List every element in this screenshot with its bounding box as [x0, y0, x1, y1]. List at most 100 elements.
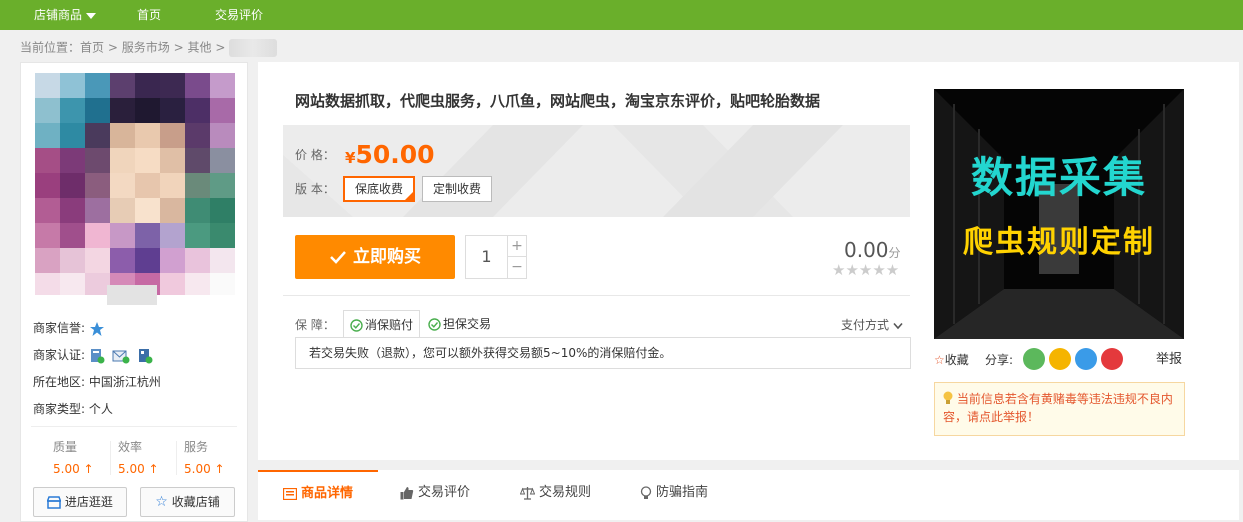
seller-avatar[interactable] [35, 73, 235, 295]
favorite-label: 收藏 [944, 353, 969, 367]
breadcrumb-link-other[interactable]: 其他 [187, 41, 211, 55]
stat-service-label: 服务 [184, 440, 209, 454]
visit-shop-button[interactable]: 进店逛逛 [33, 487, 127, 517]
ad-subheadline: 爬虫规则定制 [963, 225, 1155, 260]
guarantee-tab-compensation[interactable]: 消保赔付 [343, 310, 421, 338]
breadcrumb-sep: > [173, 40, 184, 55]
tab-reviews[interactable]: 交易评价 [400, 470, 470, 516]
diamond-icon [89, 321, 104, 336]
pay-method-label: 支付方式 [841, 318, 890, 332]
share-label: 分享: [985, 353, 1014, 367]
rating-stars: ★★★★★ [832, 261, 900, 279]
nav-home[interactable]: 首页 [137, 0, 161, 30]
selected-check-icon [403, 190, 416, 202]
nav-shop-products[interactable]: 店铺商品 [34, 0, 97, 30]
star-outline-icon: ☆ [934, 353, 945, 367]
buy-now-button[interactable]: 立即购买 [295, 235, 455, 279]
server-room-background [934, 89, 1184, 339]
stat-service-value: 5.00 ↑ [184, 462, 225, 476]
favorite-shop-label: 收藏店铺 [171, 495, 220, 509]
chevron-down-icon [893, 322, 903, 329]
seller-type-row: 商家类型: 个人 [33, 401, 113, 417]
qzone-share-icon[interactable] [1049, 348, 1071, 370]
price-number: 50.00 [355, 140, 435, 169]
report-warning-box[interactable]: 当前信息若含有黄赌毒等违法违规不良内容，请点此举报！ [934, 382, 1185, 436]
pixelated-avatar-image [35, 73, 235, 295]
qq-share-icon[interactable] [1075, 348, 1097, 370]
top-nav-bar: 店铺商品 首页 交易评价 [0, 0, 1243, 30]
tab-anti-fraud[interactable]: 防骗指南 [640, 470, 708, 516]
product-image[interactable]: 数据采集 爬虫规则定制 [934, 89, 1184, 339]
caret-down-icon [86, 12, 97, 19]
breadcrumb-prefix: 当前位置： [20, 40, 81, 55]
version-option-custom-label: 定制收费 [433, 182, 482, 196]
breadcrumb-link-home[interactable]: 首页 [80, 41, 104, 55]
report-warning-text: 当前信息若含有黄赌毒等违法违规不良内容，请点此举报！ [943, 392, 1173, 424]
price-box-decoration [283, 125, 843, 217]
price-label: 价 格： [295, 148, 335, 162]
email-verified-icon[interactable] [112, 348, 130, 364]
tab-rules[interactable]: 交易规则 [520, 470, 591, 516]
seller-auth-label: 商家认证: [33, 348, 86, 362]
check-circle-icon [428, 318, 441, 331]
scale-icon [520, 486, 535, 500]
wechat-share-icon[interactable] [1023, 348, 1045, 370]
star-outline-icon: ☆ [155, 494, 168, 510]
nav-reviews[interactable]: 交易评价 [215, 0, 263, 30]
breadcrumb-sep: > [107, 40, 118, 55]
checkmark-icon [330, 251, 346, 264]
quantity-input[interactable]: 1 [466, 236, 508, 278]
guarantee-tab-compensation-label: 消保赔付 [365, 318, 414, 332]
shop-name-blurred[interactable] [107, 285, 157, 305]
seller-region-label: 所在地区: [33, 375, 86, 389]
rating-score-unit: 分 [888, 246, 901, 260]
breadcrumb-sep: > [215, 40, 226, 55]
stat-divider [110, 441, 111, 475]
visit-shop-label: 进店逛逛 [64, 495, 113, 509]
version-option-custom[interactable]: 定制收费 [422, 176, 493, 202]
product-title: 网站数据抓取，代爬虫服务，八爪鱼，网站爬虫，淘宝京东评价，贴吧轮胎数据 [295, 92, 821, 110]
tab-product-detail-label: 商品详情 [300, 486, 353, 501]
price-box: 价 格： ¥50.00 版 本： 保底收费 定制收费 [283, 125, 910, 217]
detail-tabs: 商品详情 交易评价 交易规则 防骗指南 [258, 470, 1239, 520]
image-icon [282, 487, 297, 500]
report-button[interactable]: 举报 [1156, 352, 1182, 368]
guarantee-tab-escrow-label: 担保交易 [443, 317, 492, 331]
seller-stats: 质量 5.00 ↑ 效率 5.00 ↑ 服务 5.00 ↑ [31, 426, 237, 481]
favorite-button[interactable]: ☆收藏 [934, 352, 969, 368]
favorite-shop-button[interactable]: ☆ 收藏店铺 [140, 487, 235, 517]
version-option-basic-label: 保底收费 [355, 182, 404, 196]
phone-verified-icon[interactable] [137, 348, 153, 364]
ad-headline: 数据采集 [970, 153, 1147, 202]
tab-product-detail[interactable]: 商品详情 [258, 470, 378, 516]
version-option-basic[interactable]: 保底收费 [343, 176, 416, 202]
id-card-verified-icon[interactable] [89, 348, 105, 364]
tab-reviews-label: 交易评价 [418, 485, 471, 500]
seller-region-value: 中国浙江杭州 [88, 375, 161, 389]
breadcrumb: 当前位置：首页 > 服务市场 > 其他 > [20, 39, 278, 57]
lightbulb-icon [943, 391, 953, 404]
weibo-share-icon[interactable] [1101, 348, 1123, 370]
section-divider [283, 295, 910, 296]
pay-method-dropdown[interactable]: 支付方式 [841, 317, 903, 333]
price-value: ¥50.00 [345, 140, 435, 169]
quantity-minus-button[interactable]: − [508, 257, 526, 278]
check-circle-icon [350, 319, 363, 332]
tab-anti-fraud-label: 防骗指南 [656, 485, 709, 500]
rating-score: 0.00分 [844, 238, 901, 262]
quantity-plus-button[interactable]: + [508, 236, 526, 257]
product-panel: 网站数据抓取，代爬虫服务，八爪鱼，网站爬虫，淘宝京东评价，贴吧轮胎数据 价 格：… [258, 62, 1239, 460]
currency-symbol: ¥ [345, 149, 356, 167]
nav-shop-products-label: 店铺商品 [34, 8, 83, 22]
seller-panel: 商家信誉: 商家认证: 所在地区: 中国浙江杭州 商家类型: 个人 质量 5.0… [20, 62, 248, 522]
guarantee-description: 若交易失败（退款），您可以额外获得交易额5~10%的消保赔付金。 [295, 337, 911, 369]
tab-rules-label: 交易规则 [539, 485, 592, 500]
stat-divider [176, 441, 177, 475]
seller-auth-row: 商家认证: [33, 347, 156, 363]
seller-credit-label: 商家信誉: [33, 321, 86, 335]
thumbs-up-icon [400, 486, 414, 499]
breadcrumb-link-service-market[interactable]: 服务市场 [122, 41, 170, 55]
guarantee-tab-escrow[interactable]: 担保交易 [428, 310, 491, 338]
version-label: 版 本： [295, 182, 335, 196]
seller-credit-row: 商家信誉: [33, 320, 108, 336]
